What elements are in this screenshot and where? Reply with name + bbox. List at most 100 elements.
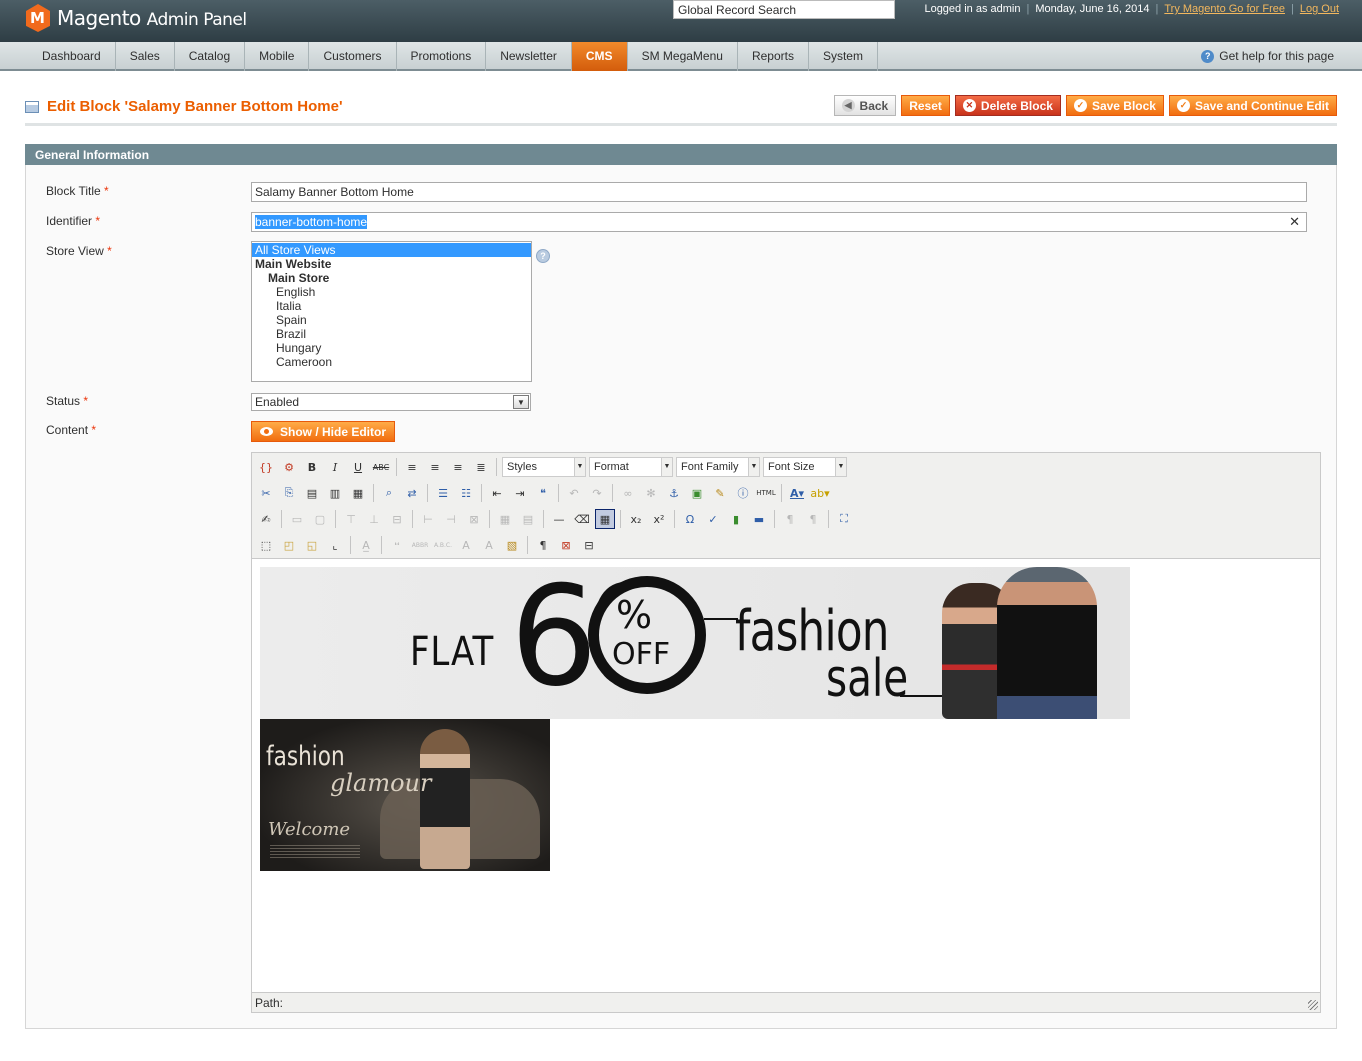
help-icon[interactable]: ⓘ — [733, 483, 753, 503]
store-option-english[interactable]: English — [252, 285, 531, 299]
cite-icon[interactable]: ❛❛ — [387, 535, 407, 555]
ins-text-icon[interactable]: A — [479, 535, 499, 555]
replace-icon[interactable]: ⇄ — [402, 483, 422, 503]
paste-text-icon[interactable]: ▥ — [325, 483, 345, 503]
identifier-input[interactable]: banner-bottom-home ✕ — [251, 212, 1307, 232]
absolute-icon[interactable]: ⌞ — [325, 535, 345, 555]
font-size-select[interactable]: Font Size ▼ — [763, 457, 847, 477]
nav-cms[interactable]: CMS — [571, 42, 628, 71]
find-icon[interactable]: ⌕ — [379, 483, 399, 503]
show-blocks-icon[interactable]: ¶ — [533, 535, 553, 555]
copy-icon[interactable]: ⎘ — [279, 483, 299, 503]
align-left-icon[interactable]: ≡ — [402, 457, 422, 477]
redo-icon[interactable]: ↷ — [587, 483, 607, 503]
undo-icon[interactable]: ↶ — [564, 483, 584, 503]
acronym-icon[interactable]: A.B.C. — [433, 535, 453, 555]
attribs-icon[interactable]: ▧ — [502, 535, 522, 555]
store-option-brazil[interactable]: Brazil — [252, 327, 531, 341]
store-option-spain[interactable]: Spain — [252, 313, 531, 327]
nav-reports[interactable]: Reports — [738, 42, 809, 71]
bold-icon[interactable]: B — [302, 457, 322, 477]
numbered-list-icon[interactable]: ☷ — [456, 483, 476, 503]
store-option-all[interactable]: All Store Views — [252, 243, 531, 257]
anchor-icon[interactable]: ⚓ — [664, 483, 684, 503]
save-continue-button[interactable]: ✓ Save and Continue Edit — [1168, 95, 1337, 116]
styles-select[interactable]: Styles ▼ — [502, 457, 586, 477]
cut-icon[interactable]: ✂ — [256, 483, 276, 503]
html-source-icon[interactable]: HTML — [756, 483, 776, 503]
logout-link[interactable]: Log Out — [1300, 3, 1339, 15]
nav-sm-megamenu[interactable]: SM MegaMenu — [628, 42, 738, 71]
resize-handle-icon[interactable] — [1308, 1000, 1318, 1010]
nav-mobile[interactable]: Mobile — [245, 42, 310, 71]
media-icon[interactable]: ▮ — [726, 509, 746, 529]
row-props-icon[interactable]: ▭ — [287, 509, 307, 529]
superscript-icon[interactable]: x² — [649, 509, 669, 529]
store-option-cameroon[interactable]: Cameroon — [252, 355, 531, 369]
unlink-icon[interactable]: ✻ — [641, 483, 661, 503]
back-button[interactable]: ◀ Back — [833, 95, 897, 116]
template-icon[interactable]: ⊟ — [579, 535, 599, 555]
insert-row-before-icon[interactable]: ⊤ — [341, 509, 361, 529]
paste-word-icon[interactable]: ▦ — [348, 483, 368, 503]
blockquote-icon[interactable]: ❝ — [533, 483, 553, 503]
remove-format-icon[interactable]: ⌫ — [572, 509, 592, 529]
nav-sales[interactable]: Sales — [116, 42, 175, 71]
spellcheck-icon[interactable]: ✓ — [703, 509, 723, 529]
try-magento-go-link[interactable]: Try Magento Go for Free — [1164, 3, 1285, 15]
special-char-icon[interactable]: Ω — [680, 509, 700, 529]
paste-icon[interactable]: ▤ — [302, 483, 322, 503]
reset-button[interactable]: Reset — [901, 95, 950, 116]
status-select[interactable]: Enabled ▼ — [251, 393, 531, 411]
move-forward-icon[interactable]: ◰ — [279, 535, 299, 555]
insert-row-after-icon[interactable]: ⊥ — [364, 509, 384, 529]
format-select[interactable]: Format ▼ — [589, 457, 673, 477]
outdent-icon[interactable]: ⇤ — [487, 483, 507, 503]
highlight-color-icon[interactable]: ab▾ — [810, 483, 830, 503]
delete-row-icon[interactable]: ⊟ — [387, 509, 407, 529]
question-icon[interactable]: ? — [536, 249, 550, 263]
align-justify-icon[interactable]: ≣ — [471, 457, 491, 477]
align-center-icon[interactable]: ≡ — [425, 457, 445, 477]
global-search-input[interactable] — [673, 0, 895, 19]
nav-promotions[interactable]: Promotions — [397, 42, 487, 71]
subscript-icon[interactable]: x₂ — [626, 509, 646, 529]
show-hide-editor-button[interactable]: Show / Hide Editor — [251, 421, 396, 442]
underline-icon[interactable]: U — [348, 457, 368, 477]
store-view-multiselect[interactable]: All Store Views Main Website Main Store … — [251, 241, 532, 382]
abbr-icon[interactable]: ABBR — [410, 535, 430, 555]
strikethrough-icon[interactable]: ABC — [371, 457, 391, 477]
align-right-icon[interactable]: ≡ — [448, 457, 468, 477]
italic-icon[interactable]: I — [325, 457, 345, 477]
fullscreen-icon[interactable]: ⛶ — [834, 509, 854, 529]
rtl-icon[interactable]: ¶ — [803, 509, 823, 529]
insert-layer-icon[interactable]: ⬚ — [256, 535, 276, 555]
visual-aid-icon[interactable]: ✍ — [256, 509, 276, 529]
table-icon[interactable]: ▦ — [595, 509, 615, 529]
cell-props-icon[interactable]: ▢ — [310, 509, 330, 529]
nav-newsletter[interactable]: Newsletter — [486, 42, 572, 71]
merge-cells-icon[interactable]: ▤ — [518, 509, 538, 529]
cleanup-icon[interactable]: ✎ — [710, 483, 730, 503]
insert-variable-icon[interactable]: {} — [256, 457, 276, 477]
nav-customers[interactable]: Customers — [309, 42, 397, 71]
delete-col-icon[interactable]: ⊠ — [464, 509, 484, 529]
insert-widget-icon[interactable]: ⚙ — [279, 457, 299, 477]
move-backward-icon[interactable]: ◱ — [302, 535, 322, 555]
nav-system[interactable]: System — [809, 42, 878, 71]
save-block-button[interactable]: ✓ Save Block — [1065, 95, 1164, 116]
indent-icon[interactable]: ⇥ — [510, 483, 530, 503]
font-family-select[interactable]: Font Family ▼ — [676, 457, 760, 477]
text-color-icon[interactable]: A▾ — [787, 483, 807, 503]
nonbreaking-icon[interactable]: ⊠ — [556, 535, 576, 555]
split-cells-icon[interactable]: ▦ — [495, 509, 515, 529]
editor-content-area[interactable]: FLAT 60 % OFF fashion sale fashion glamo… — [252, 559, 1320, 992]
nav-catalog[interactable]: Catalog — [175, 42, 246, 71]
store-option-hungary[interactable]: Hungary — [252, 341, 531, 355]
ltr-icon[interactable]: ¶ — [780, 509, 800, 529]
bullet-list-icon[interactable]: ☰ — [433, 483, 453, 503]
store-option-italia[interactable]: Italia — [252, 299, 531, 313]
del-text-icon[interactable]: A — [456, 535, 476, 555]
link-icon[interactable]: ∞ — [618, 483, 638, 503]
nav-dashboard[interactable]: Dashboard — [28, 42, 116, 71]
